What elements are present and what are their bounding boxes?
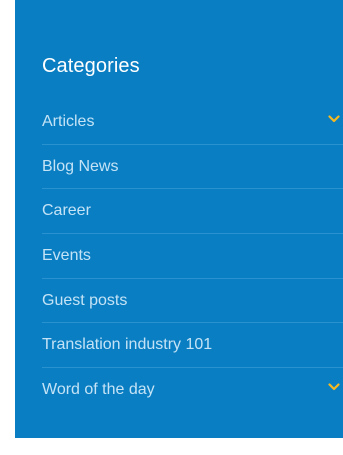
category-item-guest-posts[interactable]: Guest posts (42, 279, 343, 324)
widget-title: Categories (42, 55, 140, 77)
category-list: Articles Blog News Career Events Guest p… (42, 100, 343, 413)
category-item-career[interactable]: Career (42, 189, 343, 235)
category-label: Word of the day (42, 381, 155, 399)
category-item-blog-news[interactable]: Blog News (42, 145, 343, 190)
categories-widget: Categories Articles Blog News Career Eve… (15, 0, 343, 438)
category-label: Blog News (42, 157, 119, 175)
category-item-translation-industry-101[interactable]: Translation industry 101 (42, 323, 343, 369)
category-label: Guest posts (42, 291, 128, 309)
category-item-word-of-the-day[interactable]: Word of the day (42, 368, 343, 413)
category-label: Translation industry 101 (42, 336, 213, 354)
category-label: Events (42, 247, 91, 265)
category-item-articles[interactable]: Articles (42, 100, 343, 145)
chevron-down-icon[interactable] (328, 382, 340, 392)
category-item-events[interactable]: Events (42, 234, 343, 279)
chevron-down-icon[interactable] (328, 114, 340, 124)
category-label: Career (42, 202, 91, 220)
category-label: Articles (42, 113, 95, 130)
